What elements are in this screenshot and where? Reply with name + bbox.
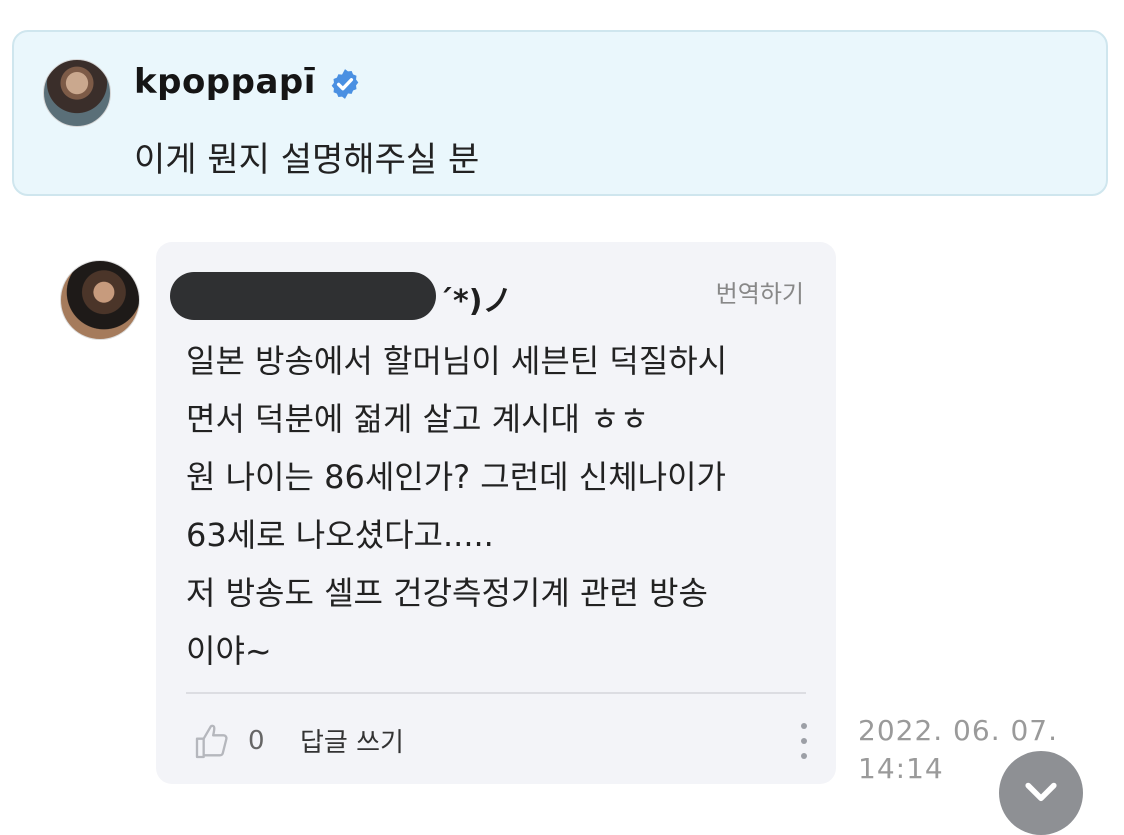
more-vertical-icon[interactable] (796, 720, 812, 762)
translate-button[interactable]: 번역하기 (716, 274, 804, 309)
thumbs-up-icon[interactable] (192, 722, 232, 762)
post-text: 이게 뭔지 설명해주실 분 (134, 140, 480, 180)
scroll-down-button[interactable] (999, 751, 1083, 835)
chevron-down-icon (1025, 782, 1057, 802)
reply-button[interactable]: 답글 쓰기 (300, 722, 404, 759)
commenter-name-suffix: ´*)ノ (438, 284, 513, 319)
comment-body: 일본 방송에서 할머님이 세븐틴 덕질하시 면서 덕분에 젊게 살고 계시대 ㅎ… (186, 342, 728, 670)
like-count: 0 (248, 726, 265, 756)
redacted-commenter-name (170, 272, 436, 320)
commenter-avatar[interactable] (60, 260, 140, 340)
comment-divider (186, 692, 806, 694)
verified-badge-icon (331, 69, 359, 99)
post-author-avatar[interactable] (43, 59, 111, 127)
post-author-name[interactable]: kpoppapī (134, 62, 316, 102)
post-card: kpoppapī 이게 뭔지 설명해주실 분 (12, 30, 1108, 196)
comment-card: ´*)ノ 번역하기 일본 방송에서 할머님이 세븐틴 덕질하시 면서 덕분에 젊… (156, 242, 836, 784)
